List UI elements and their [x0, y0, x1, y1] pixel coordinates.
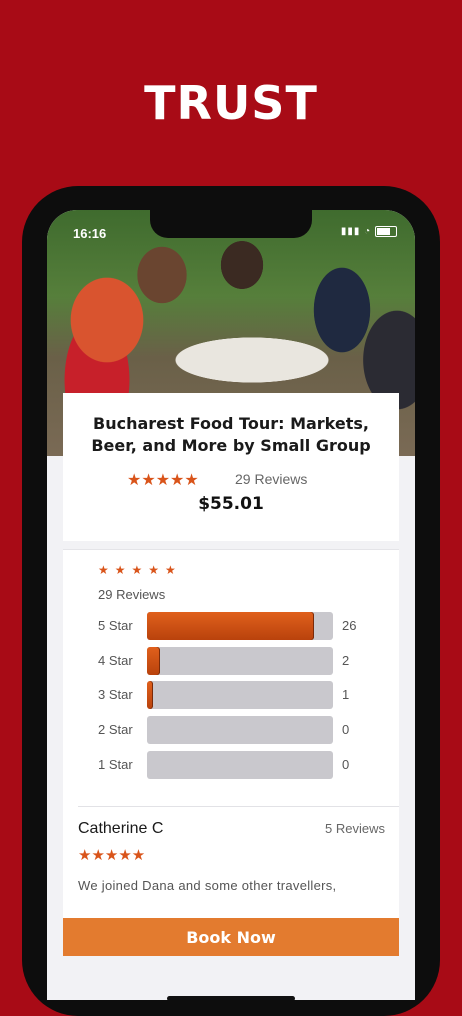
rating-bar-fill — [147, 612, 314, 640]
divider — [78, 806, 399, 807]
phone-notch — [150, 210, 312, 238]
summary-stars: ★★★★★ — [98, 563, 182, 577]
rating-row-3[interactable]: 3 Star 1 — [98, 681, 388, 709]
rating-bar-fill — [147, 647, 160, 675]
rating-label: 3 Star — [98, 687, 133, 702]
battery-icon — [375, 226, 397, 237]
tour-title: Bucharest Food Tour: Markets, Beer, and … — [91, 414, 371, 455]
reviews-panel: ★★★★★ 29 Reviews 5 Star 26 4 Star 2 3 St… — [63, 549, 399, 920]
status-time: 16:16 — [73, 226, 107, 241]
review-text: We joined Dana and some other travellers… — [78, 878, 337, 893]
rating-label: 5 Star — [98, 618, 133, 633]
rating-bar-track — [147, 681, 333, 709]
rating-row-4[interactable]: 4 Star 2 — [98, 647, 388, 675]
status-icons: ▮▮▮ ◔ — [341, 226, 397, 237]
tour-price: $55.01 — [198, 494, 264, 514]
tour-reviews-link[interactable]: 29 Reviews — [235, 471, 307, 487]
rating-count: 0 — [342, 757, 350, 772]
tour-info-card: Bucharest Food Tour: Markets, Beer, and … — [63, 393, 399, 541]
rating-label: 2 Star — [98, 722, 133, 737]
rating-label: 4 Star — [98, 653, 133, 668]
rating-count: 1 — [342, 687, 350, 702]
app-screen: 16:16 ▮▮▮ ◔ Bucharest Food Tour: Markets… — [47, 210, 415, 1000]
wifi-icon: ◔ — [364, 226, 372, 238]
rating-count: 0 — [342, 722, 350, 737]
rating-bar-track — [147, 751, 333, 779]
book-now-button[interactable]: Book Now — [63, 918, 399, 956]
rating-bar-track — [147, 612, 333, 640]
home-indicator — [167, 996, 295, 1000]
rating-row-5[interactable]: 5 Star 26 — [98, 612, 388, 640]
rating-count: 26 — [342, 618, 357, 633]
rating-row-1[interactable]: 1 Star 0 — [98, 751, 388, 779]
rating-row-2[interactable]: 2 Star 0 — [98, 716, 388, 744]
tour-rating-stars: ★★★★★ — [127, 472, 199, 489]
reviewer-review-count: 5 Reviews — [325, 821, 385, 836]
rating-bar-track — [147, 716, 333, 744]
rating-bar-fill — [147, 681, 154, 709]
rating-count: 2 — [342, 653, 350, 668]
reviewer-name[interactable]: Catherine C — [78, 820, 163, 838]
summary-review-count: 29 Reviews — [98, 587, 166, 602]
signal-icon: ▮▮▮ — [340, 226, 361, 238]
headline: TRUST — [144, 76, 318, 130]
rating-bar-track — [147, 647, 333, 675]
reviewer-stars: ★★★★★ — [78, 847, 146, 864]
rating-label: 1 Star — [98, 757, 133, 772]
